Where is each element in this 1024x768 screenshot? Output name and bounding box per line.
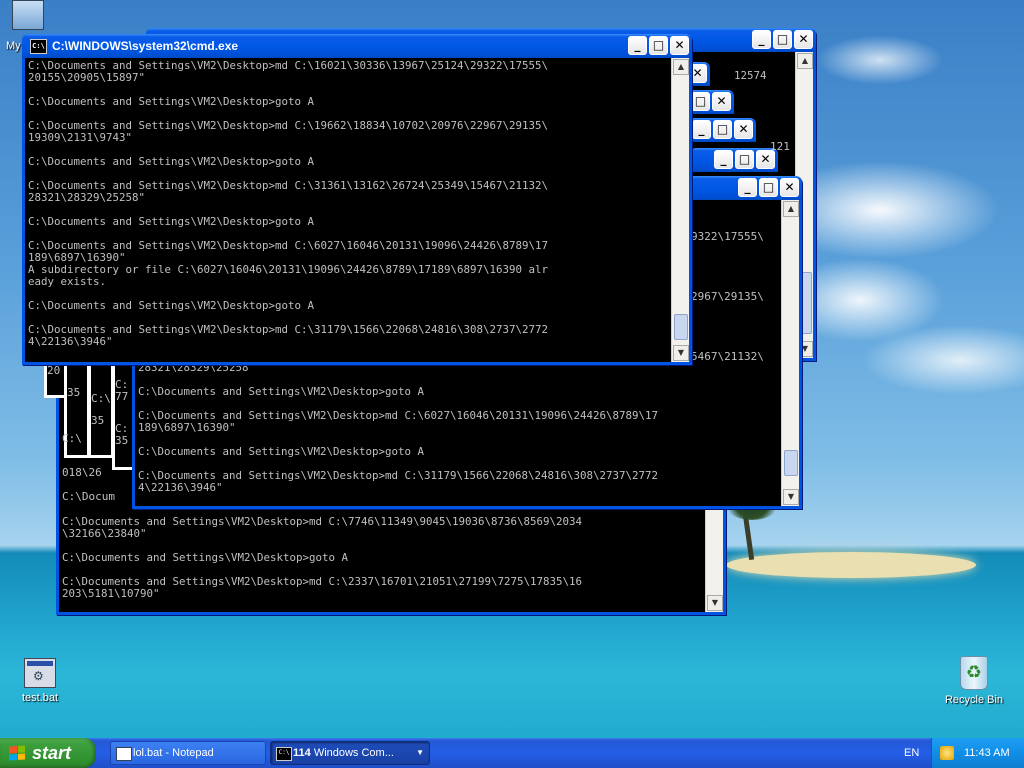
cmd-icon: C:\ bbox=[276, 747, 292, 761]
minimize-button[interactable]: _ bbox=[752, 30, 771, 49]
scroll-up-arrow[interactable]: ▲ bbox=[797, 53, 813, 69]
scroll-up-arrow[interactable]: ▲ bbox=[673, 59, 689, 75]
chevron-down-icon: ▼ bbox=[416, 748, 424, 757]
maximize-button[interactable]: □ bbox=[649, 36, 668, 55]
maximize-button[interactable]: □ bbox=[773, 30, 792, 49]
minimize-button[interactable]: _ bbox=[738, 178, 757, 197]
scroll-down-arrow[interactable]: ▼ bbox=[707, 595, 723, 611]
console-fragment: 121 bbox=[770, 140, 790, 153]
cmd-icon: C:\ bbox=[30, 39, 47, 54]
console-fragment: 12574 bbox=[734, 69, 767, 82]
notepad-icon bbox=[116, 747, 132, 761]
console-fragment: C:\ bbox=[62, 432, 82, 445]
computer-icon bbox=[12, 0, 44, 30]
taskbar-button-notepad[interactable]: lol.bat - Notepad bbox=[110, 741, 266, 765]
clock[interactable]: 11:43 AM bbox=[964, 738, 1010, 768]
system-tray: 11:43 AM bbox=[931, 738, 1024, 768]
console-fragment: C:\Docum bbox=[62, 490, 115, 503]
console-fragment: 018\26 bbox=[62, 466, 102, 479]
language-indicator[interactable]: EN bbox=[904, 738, 926, 768]
console-fragment: 5467\21132\ bbox=[691, 350, 764, 363]
scroll-down-arrow[interactable]: ▼ bbox=[673, 345, 689, 361]
island bbox=[726, 552, 976, 578]
close-button[interactable]: ✕ bbox=[670, 36, 689, 55]
windows-flag-icon bbox=[9, 745, 25, 761]
console-fragment: 35 bbox=[67, 386, 81, 399]
taskbar-button-cmd-group[interactable]: C:\ 114 Windows Com... ▼ bbox=[270, 741, 430, 765]
recycle-bin-icon: ♻ bbox=[960, 656, 988, 690]
scroll-up-arrow[interactable]: ▲ bbox=[783, 201, 799, 217]
taskbar-group-count: 114 bbox=[293, 747, 311, 759]
cmd-main-console[interactable]: C:\Documents and Settings\VM2\Desktop>md… bbox=[25, 58, 672, 362]
taskbar-button-label: lol.bat - Notepad bbox=[133, 747, 214, 759]
test-bat-desktop-icon[interactable]: ⚙ test.bat bbox=[14, 658, 66, 704]
maximize-button[interactable]: □ bbox=[735, 150, 754, 169]
start-label: start bbox=[32, 743, 72, 763]
cmd-window-stack-titlebar-4[interactable]: _ □ ✕ bbox=[690, 148, 778, 172]
recycle-bin-desktop-icon[interactable]: ♻ Recycle Bin bbox=[942, 656, 1006, 706]
scroll-down-arrow[interactable]: ▼ bbox=[783, 489, 799, 505]
minimize-button[interactable]: _ bbox=[714, 150, 733, 169]
scroll-thumb[interactable] bbox=[674, 314, 688, 340]
console-fragment: 2967\29135\ bbox=[691, 290, 764, 303]
maximize-button[interactable]: □ bbox=[759, 178, 778, 197]
console-fragment: 35 bbox=[91, 414, 105, 427]
minimize-button[interactable]: _ bbox=[628, 36, 647, 55]
console-fragment: C:\ bbox=[91, 392, 111, 405]
taskbar-button-label: Windows Com... bbox=[313, 747, 394, 759]
recycle-bin-label: Recycle Bin bbox=[944, 694, 1004, 706]
maximize-button[interactable]: □ bbox=[691, 92, 710, 111]
close-button[interactable]: ✕ bbox=[794, 30, 813, 49]
close-button[interactable]: ✕ bbox=[712, 92, 731, 111]
window-title: C:\WINDOWS\system32\cmd.exe bbox=[52, 39, 239, 53]
console-fragment: 9322\17555\ bbox=[691, 230, 764, 243]
console-fragment: 20 bbox=[47, 364, 61, 377]
close-button[interactable]: ✕ bbox=[780, 178, 799, 197]
test-bat-label: test.bat bbox=[21, 692, 59, 704]
stacked-window-edge-3: C:\ 35 bbox=[88, 362, 114, 458]
scrollbar[interactable]: ▲ ▼ bbox=[781, 200, 799, 506]
cmd-window-main[interactable]: C:\ C:\WINDOWS\system32\cmd.exe _ □ ✕ C:… bbox=[22, 34, 692, 365]
scrollbar[interactable]: ▲ ▼ bbox=[671, 58, 689, 362]
start-button[interactable]: start bbox=[0, 738, 96, 768]
close-button[interactable]: ✕ bbox=[734, 120, 753, 139]
maximize-button[interactable]: □ bbox=[713, 120, 732, 139]
scroll-thumb[interactable] bbox=[784, 450, 798, 476]
cmd-window-main-titlebar[interactable]: C:\ C:\WINDOWS\system32\cmd.exe _ □ ✕ bbox=[22, 34, 692, 58]
tray-app-icon[interactable] bbox=[940, 746, 954, 760]
minimize-button[interactable]: _ bbox=[692, 120, 711, 139]
taskbar: start lol.bat - Notepad C:\ 114 Windows … bbox=[0, 738, 1024, 768]
batch-file-icon: ⚙ bbox=[24, 658, 56, 688]
